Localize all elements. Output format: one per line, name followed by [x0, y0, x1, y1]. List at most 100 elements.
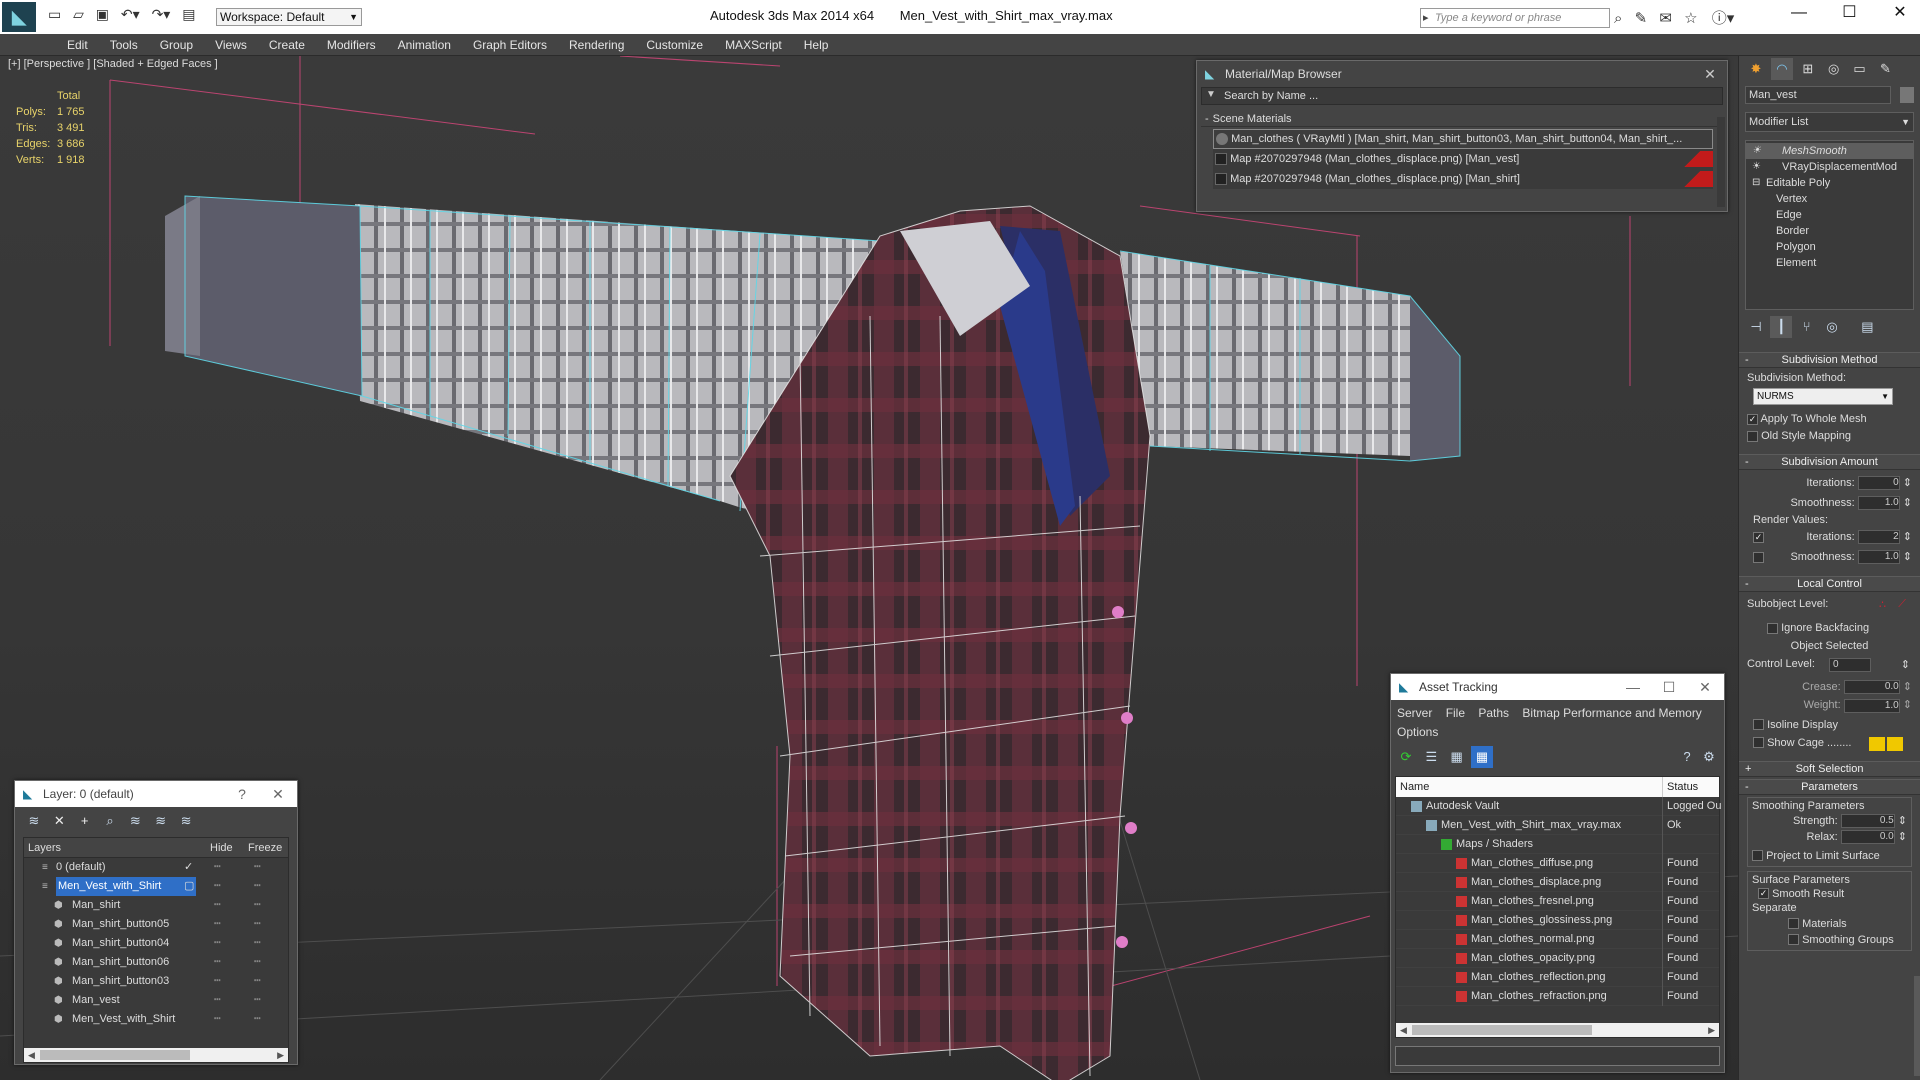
open-file-icon[interactable]: ▱: [73, 6, 84, 22]
scroll-thumb[interactable]: [40, 1050, 190, 1060]
material-search-input[interactable]: Search by Name ...: [1224, 90, 1318, 102]
modifier-stack-item[interactable]: ☀ VRayDisplacementMod: [1746, 159, 1913, 175]
menu-edit[interactable]: Edit: [56, 34, 99, 56]
subdivision-amount-rollout[interactable]: - Subdivision Amount: [1739, 454, 1920, 470]
modify-tab-icon[interactable]: ◠: [1770, 58, 1793, 80]
freeze-toggle[interactable]: ┅: [254, 858, 261, 877]
modifier-stack-item[interactable]: ☀ MeshSmooth: [1746, 143, 1913, 159]
minimize-icon[interactable]: —: [1618, 674, 1648, 700]
asset-row[interactable]: Man_clothes_fresnel.png Found: [1396, 892, 1719, 911]
hierarchy-tab-icon[interactable]: ⊞: [1797, 58, 1819, 80]
column-status[interactable]: Status: [1662, 777, 1698, 797]
highlight-layer-icon[interactable]: ≋: [124, 810, 146, 832]
menu-group[interactable]: Group: [149, 34, 204, 56]
asset-menu-bitmap-performance[interactable]: Bitmap Performance and Memory: [1522, 706, 1701, 720]
app-logo-icon[interactable]: ◣: [2, 2, 36, 32]
asset-row[interactable]: Man_clothes_diffuse.png Found: [1396, 854, 1719, 873]
asset-row[interactable]: Man_clothes_glossiness.png Found: [1396, 911, 1719, 930]
scroll-right-icon[interactable]: ▶: [1708, 1023, 1715, 1037]
cage-color-swatch[interactable]: [1869, 736, 1885, 751]
freeze-toggle[interactable]: ┅: [254, 934, 261, 953]
map-item[interactable]: Map #2070297948 (Man_clothes_displace.pn…: [1213, 149, 1713, 169]
freeze-toggle[interactable]: ┅: [254, 953, 261, 972]
scroll-left-icon[interactable]: ◀: [1400, 1023, 1407, 1037]
smoothness-spinner[interactable]: 1.0: [1857, 496, 1900, 511]
menu-create[interactable]: Create: [258, 34, 316, 56]
menu-rendering[interactable]: Rendering: [558, 34, 635, 56]
freeze-toggle[interactable]: ┅: [254, 1010, 261, 1029]
layer-row[interactable]: ⬢ Man_shirt_button05 ┅ ┅: [24, 915, 288, 934]
select-objects-icon[interactable]: ⌕: [99, 810, 121, 832]
search-box[interactable]: ▸ Type a keyword or phrase: [1420, 8, 1610, 28]
hide-all-icon[interactable]: ≋: [150, 810, 172, 832]
isoline-display-checkbox[interactable]: Isoline Display: [1753, 719, 1912, 731]
maximize-icon[interactable]: ☐: [1826, 2, 1872, 22]
asset-menu-options[interactable]: Options: [1397, 725, 1438, 739]
close-icon[interactable]: ✕: [1690, 674, 1720, 700]
object-name-field[interactable]: Man_vest: [1745, 86, 1891, 104]
layer-row[interactable]: ⬢ Man_shirt_button06 ┅ ┅: [24, 953, 288, 972]
separate-smoothing-groups-checkbox[interactable]: Smoothing Groups: [1788, 934, 1907, 946]
map-item[interactable]: Map #2070297948 (Man_clothes_displace.pn…: [1213, 169, 1713, 189]
relax-spinner[interactable]: 0.0: [1840, 829, 1895, 844]
asset-row[interactable]: Man_clothes_opacity.png Found: [1396, 949, 1719, 968]
modifier-stack-item[interactable]: Edge: [1746, 207, 1913, 223]
table-view-icon[interactable]: ▦: [1471, 746, 1494, 768]
close-icon[interactable]: ✕: [1695, 61, 1725, 87]
asset-path-field[interactable]: [1395, 1046, 1720, 1066]
asset-menu-file[interactable]: File: [1446, 706, 1465, 720]
material-item[interactable]: Man_clothes ( VRayMtl ) [Man_shirt, Man_…: [1213, 129, 1713, 149]
scroll-left-icon[interactable]: ◀: [28, 1048, 35, 1062]
asset-menu-paths[interactable]: Paths: [1478, 706, 1509, 720]
asset-row[interactable]: Man_clothes_reflection.png Found: [1396, 968, 1719, 987]
apply-whole-mesh-checkbox[interactable]: ✓ Apply To Whole Mesh: [1747, 413, 1912, 425]
asset-row[interactable]: Autodesk Vault Logged Ou: [1396, 797, 1721, 816]
scroll-thumb[interactable]: [1412, 1025, 1592, 1035]
hide-toggle[interactable]: ┅: [214, 953, 221, 972]
render-smoothness-spinner[interactable]: 1.0: [1857, 550, 1900, 565]
hide-toggle[interactable]: ┅: [214, 858, 221, 877]
render-iterations-checkbox[interactable]: ✓: [1753, 532, 1764, 544]
menu-views[interactable]: Views: [204, 34, 258, 56]
show-end-result-icon[interactable]: ┃: [1770, 316, 1793, 338]
render-smoothness-checkbox[interactable]: [1753, 552, 1764, 564]
smooth-result-checkbox[interactable]: ✓ Smooth Result: [1758, 888, 1907, 900]
asset-row[interactable]: Man_clothes_displace.png Found: [1396, 873, 1719, 892]
crease-spinner[interactable]: 0.0: [1843, 680, 1900, 695]
column-hide[interactable]: Hide: [210, 838, 233, 858]
layer-row[interactable]: ≡ 0 (default) ┅ ┅ ✓: [24, 858, 288, 877]
asset-row[interactable]: Men_Vest_with_Shirt_max_vray.max Ok: [1396, 816, 1719, 835]
modifier-stack-item[interactable]: Element: [1746, 255, 1913, 271]
refresh-icon[interactable]: ⟳: [1395, 746, 1417, 768]
asset-row[interactable]: Man_clothes_normal.png Found: [1396, 930, 1719, 949]
weight-spinner[interactable]: 1.0: [1843, 698, 1900, 713]
layer-row[interactable]: ≡ Men_Vest_with_Shirt ┅ ┅ ▢: [24, 877, 288, 896]
project-limit-checkbox[interactable]: Project to Limit Surface: [1752, 850, 1907, 862]
collapse-minus-icon[interactable]: -: [1205, 113, 1209, 125]
freeze-toggle[interactable]: ┅: [254, 991, 261, 1010]
add-layer-icon[interactable]: +: [74, 810, 96, 832]
iterations-spinner[interactable]: 0: [1857, 476, 1900, 491]
render-iterations-spinner[interactable]: 2: [1857, 530, 1900, 545]
layer-hscrollbar[interactable]: ◀ ▶: [24, 1048, 288, 1062]
asset-row[interactable]: Maps / Shaders: [1396, 835, 1719, 854]
modifier-stack-item[interactable]: Border: [1746, 223, 1913, 239]
undo-icon[interactable]: ↶▾: [121, 6, 140, 22]
object-color-swatch[interactable]: [1900, 87, 1914, 103]
tools-icon[interactable]: ✎: [1635, 10, 1648, 27]
parameters-rollout[interactable]: - Parameters: [1739, 778, 1920, 795]
expand-minus-icon[interactable]: ⊟: [1752, 175, 1760, 191]
menu-tools[interactable]: Tools: [99, 34, 149, 56]
minimize-icon[interactable]: —: [1776, 4, 1822, 22]
binoculars-icon[interactable]: ⌕: [1614, 10, 1622, 27]
ignore-backfacing-checkbox[interactable]: Ignore Backfacing: [1767, 622, 1912, 634]
layer-row[interactable]: ⬢ Man_vest ┅ ┅: [24, 991, 288, 1010]
viewport-label[interactable]: [+] [Perspective ] [Shaded + Edged Faces…: [8, 58, 218, 70]
remove-modifier-icon[interactable]: ◎: [1821, 316, 1843, 338]
scene-materials-group-header[interactable]: - Scene Materials: [1201, 111, 1723, 127]
edge-level-icon[interactable]: ⟋: [1898, 598, 1906, 611]
layer-row[interactable]: ⬢ Man_shirt ┅ ┅: [24, 896, 288, 915]
vertex-level-icon[interactable]: ∴: [1879, 598, 1886, 611]
asset-hscrollbar[interactable]: ◀ ▶: [1396, 1023, 1719, 1037]
layers-icon[interactable]: ≋: [23, 810, 45, 832]
